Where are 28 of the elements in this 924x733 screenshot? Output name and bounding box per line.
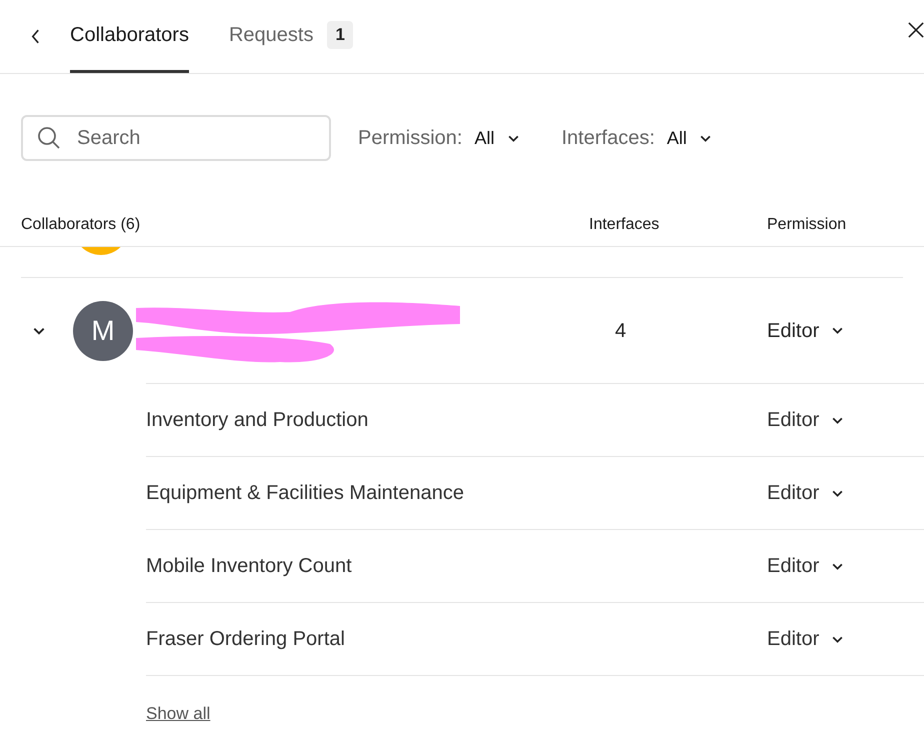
permission-dropdown[interactable]: Editor: [767, 405, 844, 435]
filter-dropdown[interactable]: Interfaces: All: [562, 123, 712, 153]
search-icon: [37, 126, 61, 150]
permission-dropdown[interactable]: Editor: [767, 478, 844, 508]
back-icon: [30, 29, 40, 44]
permission-dropdown[interactable]: Editor: [767, 316, 844, 346]
interface-name: Inventory and Production: [146, 408, 370, 433]
filter-label: Interfaces:: [562, 126, 655, 151]
tab[interactable]: Requests 1: [228, 0, 353, 73]
interface-name: Equipment & Facilities Maintenance: [146, 481, 465, 506]
filter-dropdown[interactable]: Permission: All: [358, 123, 520, 153]
table-cell-text: 4: [615, 318, 626, 344]
tab[interactable]: Collaborators: [70, 0, 189, 73]
search-field[interactable]: Search: [21, 115, 331, 161]
permission-dropdown[interactable]: Editor: [767, 624, 844, 654]
filter-value: All: [474, 126, 494, 150]
interface-name: Mobile Inventory Count: [146, 554, 353, 579]
column-header: Collaborators (6): [21, 214, 142, 234]
filter-label: Permission:: [358, 126, 462, 151]
close-icon: [908, 21, 924, 39]
avatar: M: [73, 301, 133, 361]
filter-value: All: [666, 126, 687, 150]
show-all-link[interactable]: Show all: [146, 704, 210, 723]
column-header: Permission: [767, 214, 846, 234]
column-header: Interfaces: [588, 214, 660, 234]
count-badge: 1: [327, 21, 353, 49]
interface-name: Fraser Ordering Portal: [146, 627, 346, 652]
permission-dropdown[interactable]: Editor: [767, 551, 844, 581]
